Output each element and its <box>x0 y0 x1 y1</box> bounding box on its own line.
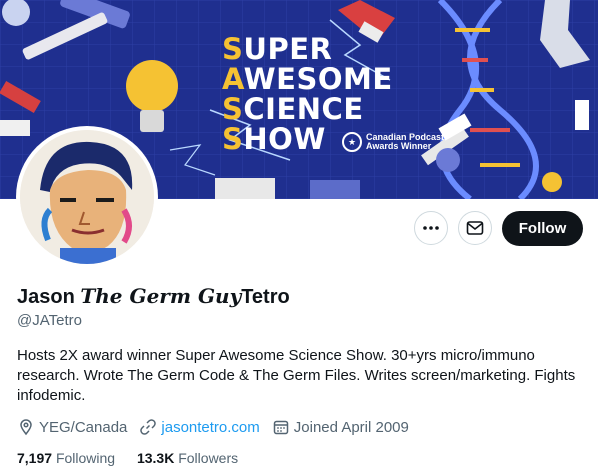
followers-link[interactable]: 13.3K Followers <box>137 450 238 466</box>
banner-letter: A <box>222 62 244 96</box>
banner-letter: S <box>222 122 244 156</box>
banner-title-line: SCIENCE <box>222 94 393 124</box>
mail-icon <box>466 221 484 235</box>
banner-letter: S <box>222 32 244 66</box>
more-dots-icon <box>423 226 439 230</box>
joined-date: Joined April 2009 <box>272 418 409 436</box>
message-button[interactable] <box>458 211 492 245</box>
avatar-image <box>20 130 154 264</box>
followers-count: 13.3K <box>136 450 175 466</box>
banner-word: UPER <box>243 32 333 66</box>
banner-word: CIENCE <box>243 92 364 126</box>
name-last: Tetro <box>241 286 290 308</box>
followers-label: Followers <box>178 450 239 466</box>
banner-title-line: SUPER <box>222 34 393 64</box>
joined-text: Joined April 2009 <box>293 418 409 436</box>
following-link[interactable]: 7,197 Following <box>17 450 115 466</box>
award-badge: ★ Canadian Podcast Awards Winner <box>342 132 444 152</box>
more-button[interactable] <box>414 211 448 245</box>
award-line-2: Awards Winner <box>366 141 432 151</box>
location-pin-icon <box>20 419 32 436</box>
profile-stats: 7,197 Following 13.3K Followers <box>17 450 256 466</box>
profile-handle: @JATetro <box>17 312 82 329</box>
location: YEG/Canada <box>17 418 127 436</box>
laurel-icon: ★ <box>342 132 362 152</box>
avatar[interactable] <box>16 126 158 268</box>
website[interactable]: jasontetro.com <box>139 418 260 436</box>
banner-title-line: AWESOME <box>222 64 393 94</box>
name-middle: The Germ Guy <box>80 284 242 308</box>
website-link[interactable]: jasontetro.com <box>161 419 259 436</box>
link-icon <box>140 419 157 435</box>
follow-button[interactable]: Follow <box>502 211 583 246</box>
calendar-icon <box>273 420 289 435</box>
profile-name: Jason The Germ GuyTetro <box>17 284 290 309</box>
banner-word: HOW <box>243 122 326 156</box>
banner-word: WESOME <box>243 62 393 96</box>
location-text: YEG/Canada <box>39 418 128 436</box>
banner-letter: S <box>222 92 244 126</box>
profile-bio: Hosts 2X award winner Super Awesome Scie… <box>17 347 576 404</box>
following-label: Following <box>55 450 116 466</box>
profile-meta: YEG/Canada jasontetro.com Joined April 2… <box>17 418 421 436</box>
following-count: 7,197 <box>17 450 53 466</box>
name-first: Jason <box>17 286 75 308</box>
